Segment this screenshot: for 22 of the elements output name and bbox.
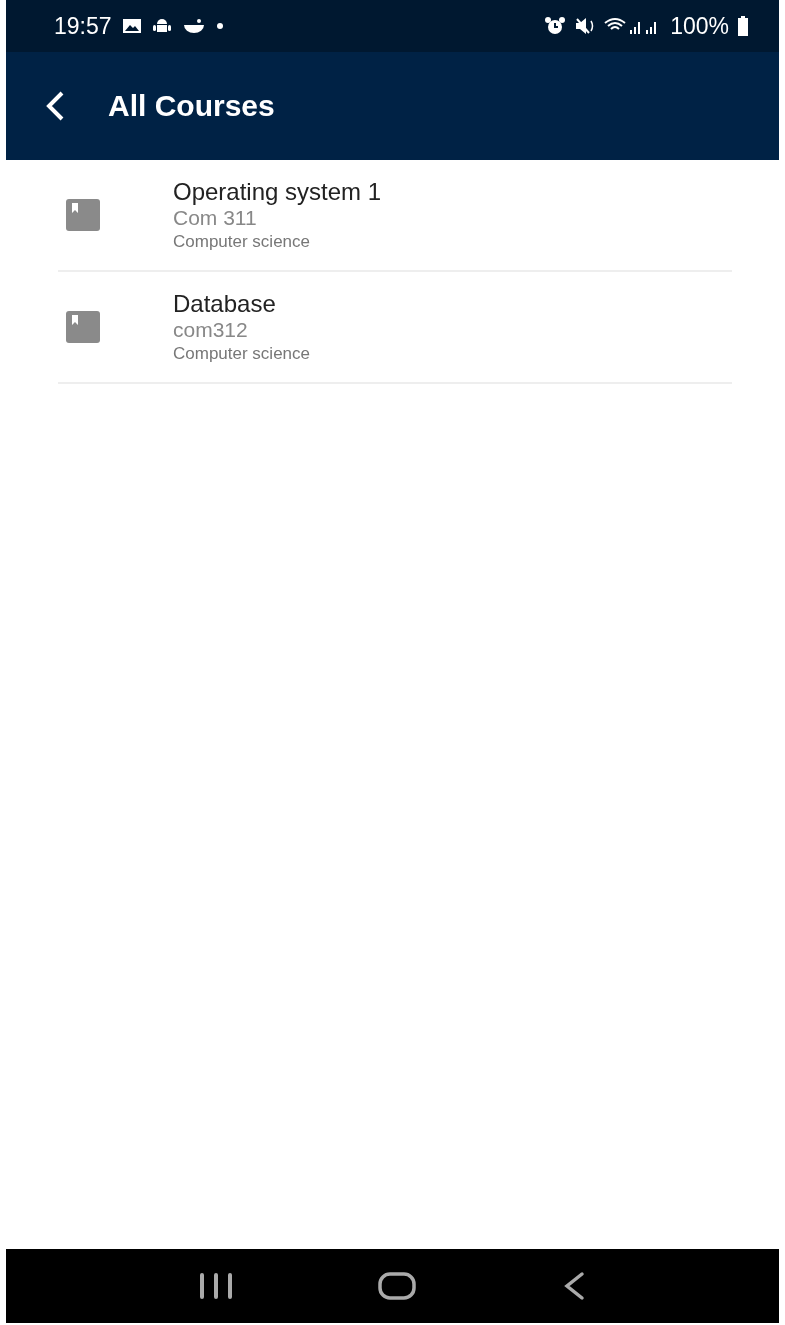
book-icon xyxy=(66,311,100,343)
android-icon xyxy=(151,17,172,35)
book-icon xyxy=(66,199,100,231)
battery-icon xyxy=(737,16,749,36)
dot-icon xyxy=(215,22,224,30)
battery-percent: 100% xyxy=(670,12,729,40)
course-name: Operating system 1 xyxy=(173,178,382,206)
course-code: com312 xyxy=(173,318,249,342)
alarm-icon xyxy=(544,16,567,36)
course-code: Com 311 xyxy=(173,206,258,230)
page-title: All Courses xyxy=(108,89,275,123)
image-icon xyxy=(121,18,142,34)
course-item[interactable]: Database com312 Computer science xyxy=(58,272,732,384)
course-name: Database xyxy=(173,290,277,318)
course-department: Computer science xyxy=(173,232,311,252)
course-department: Computer science xyxy=(173,344,310,364)
back-nav-icon[interactable] xyxy=(562,1271,587,1301)
home-icon[interactable] xyxy=(378,1271,417,1301)
course-item[interactable]: Operating system 1 Com 311 Computer science xyxy=(58,160,732,272)
recent-apps-icon[interactable] xyxy=(198,1272,233,1300)
bowl-icon xyxy=(181,18,206,34)
status-time: 19:57 xyxy=(54,12,112,40)
